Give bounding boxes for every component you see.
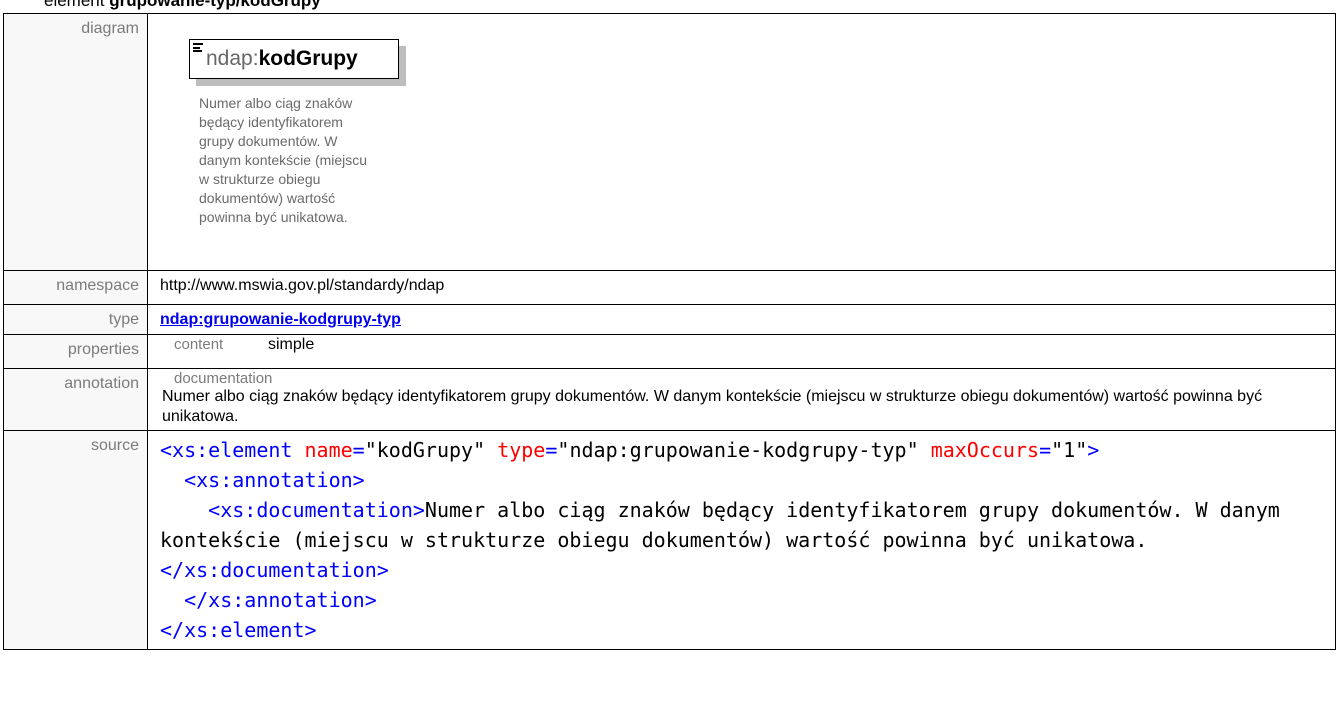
xml-attr-maxoccurs: maxOccurs <box>930 438 1040 462</box>
source-code: <xs:element name="kodGrupy" type="ndap:g… <box>160 438 1292 642</box>
namespace-row: namespace http://www.mswia.gov.pl/standa… <box>3 270 1336 305</box>
page-heading: element grupowanie-typ/kodGrupy <box>44 0 321 11</box>
sequence-icon <box>193 43 203 53</box>
xml-element-close: </xs:element> <box>160 618 317 642</box>
source-cell: <xs:element name="kodGrupy" type="ndap:g… <box>147 430 1336 650</box>
heading-prefix: element <box>44 0 110 10</box>
xml-open-tag-end: > <box>1087 438 1100 462</box>
diagram-element-name: kodGrupy <box>258 47 358 70</box>
xml-open-tag: <xs:element <box>160 438 293 462</box>
diagram-row: diagram ndap:kodGrupy Numer albo ciąg zn… <box>3 13 1336 271</box>
diagram-doc-line: dokumentów) wartość <box>199 190 336 206</box>
xml-attr-type-value: "ndap:grupowanie-kodgrupy-typ" <box>557 438 919 462</box>
type-label: type <box>3 304 148 335</box>
diagram-doc-line: Numer albo ciąg znaków <box>199 95 353 111</box>
properties-label: properties <box>3 334 148 369</box>
properties-cell: content simple <box>147 334 1336 369</box>
namespace-label: namespace <box>3 270 148 305</box>
xml-annotation-open: <xs:annotation> <box>184 468 365 492</box>
diagram-doc-line: grupy dokumentów. W <box>199 133 338 149</box>
source-label: source <box>3 430 148 650</box>
properties-value: simple <box>268 336 315 353</box>
annotation-row: annotation documentation Numer albo ciąg… <box>3 368 1336 431</box>
xml-attr-maxoccurs-value: "1" <box>1051 438 1088 462</box>
diagram-doc-line: danym kontekście (miejscu <box>199 152 368 168</box>
properties-key: content <box>174 336 224 353</box>
diagram-element-box[interactable]: ndap:kodGrupy <box>189 39 399 79</box>
schema-element-table: diagram ndap:kodGrupy Numer albo ciąg zn… <box>3 13 1336 650</box>
type-row: type ndap:grupowanie-kodgrupy-typ <box>3 304 1336 335</box>
xml-attr-name-value: "kodGrupy" <box>364 438 486 462</box>
annotation-label: annotation <box>3 368 148 431</box>
diagram-documentation: Numer albo ciąg znaków będący identyfika… <box>199 94 419 227</box>
annotation-cell: documentation Numer albo ciąg znaków będ… <box>147 368 1336 431</box>
diagram-element-prefix: ndap: <box>206 47 259 70</box>
heading-element-name: grupowanie-typ/kodGrupy <box>109 0 321 10</box>
xml-annotation-close: </xs:annotation> <box>184 588 377 612</box>
xml-documentation-close: </xs:documentation> <box>160 558 389 582</box>
type-cell: ndap:grupowanie-kodgrupy-typ <box>147 304 1336 335</box>
diagram-label: diagram <box>3 13 148 271</box>
diagram-doc-line: w strukturze obiegu <box>199 171 321 187</box>
namespace-value: http://www.mswia.gov.pl/standardy/ndap <box>147 270 1336 305</box>
properties-row: properties content simple <box>3 334 1336 369</box>
diagram-doc-line: powinna być unikatowa. <box>199 209 348 225</box>
xml-attr-name: name <box>304 438 353 462</box>
annotation-key: documentation <box>174 370 273 387</box>
type-link[interactable]: ndap:grupowanie-kodgrupy-typ <box>160 311 401 328</box>
diagram-area: ndap:kodGrupy Numer albo ciąg znaków będ… <box>160 20 1323 270</box>
xml-attr-type: type <box>497 438 546 462</box>
source-row: source <xs:element name="kodGrupy" type=… <box>3 430 1336 650</box>
diagram-doc-line: będący identyfikatorem <box>199 114 343 130</box>
xml-documentation-open: <xs:documentation> <box>208 498 425 522</box>
diagram-cell: ndap:kodGrupy Numer albo ciąg znaków będ… <box>147 13 1336 271</box>
annotation-text: Numer albo ciąg znaków będący identyfika… <box>162 388 1263 425</box>
